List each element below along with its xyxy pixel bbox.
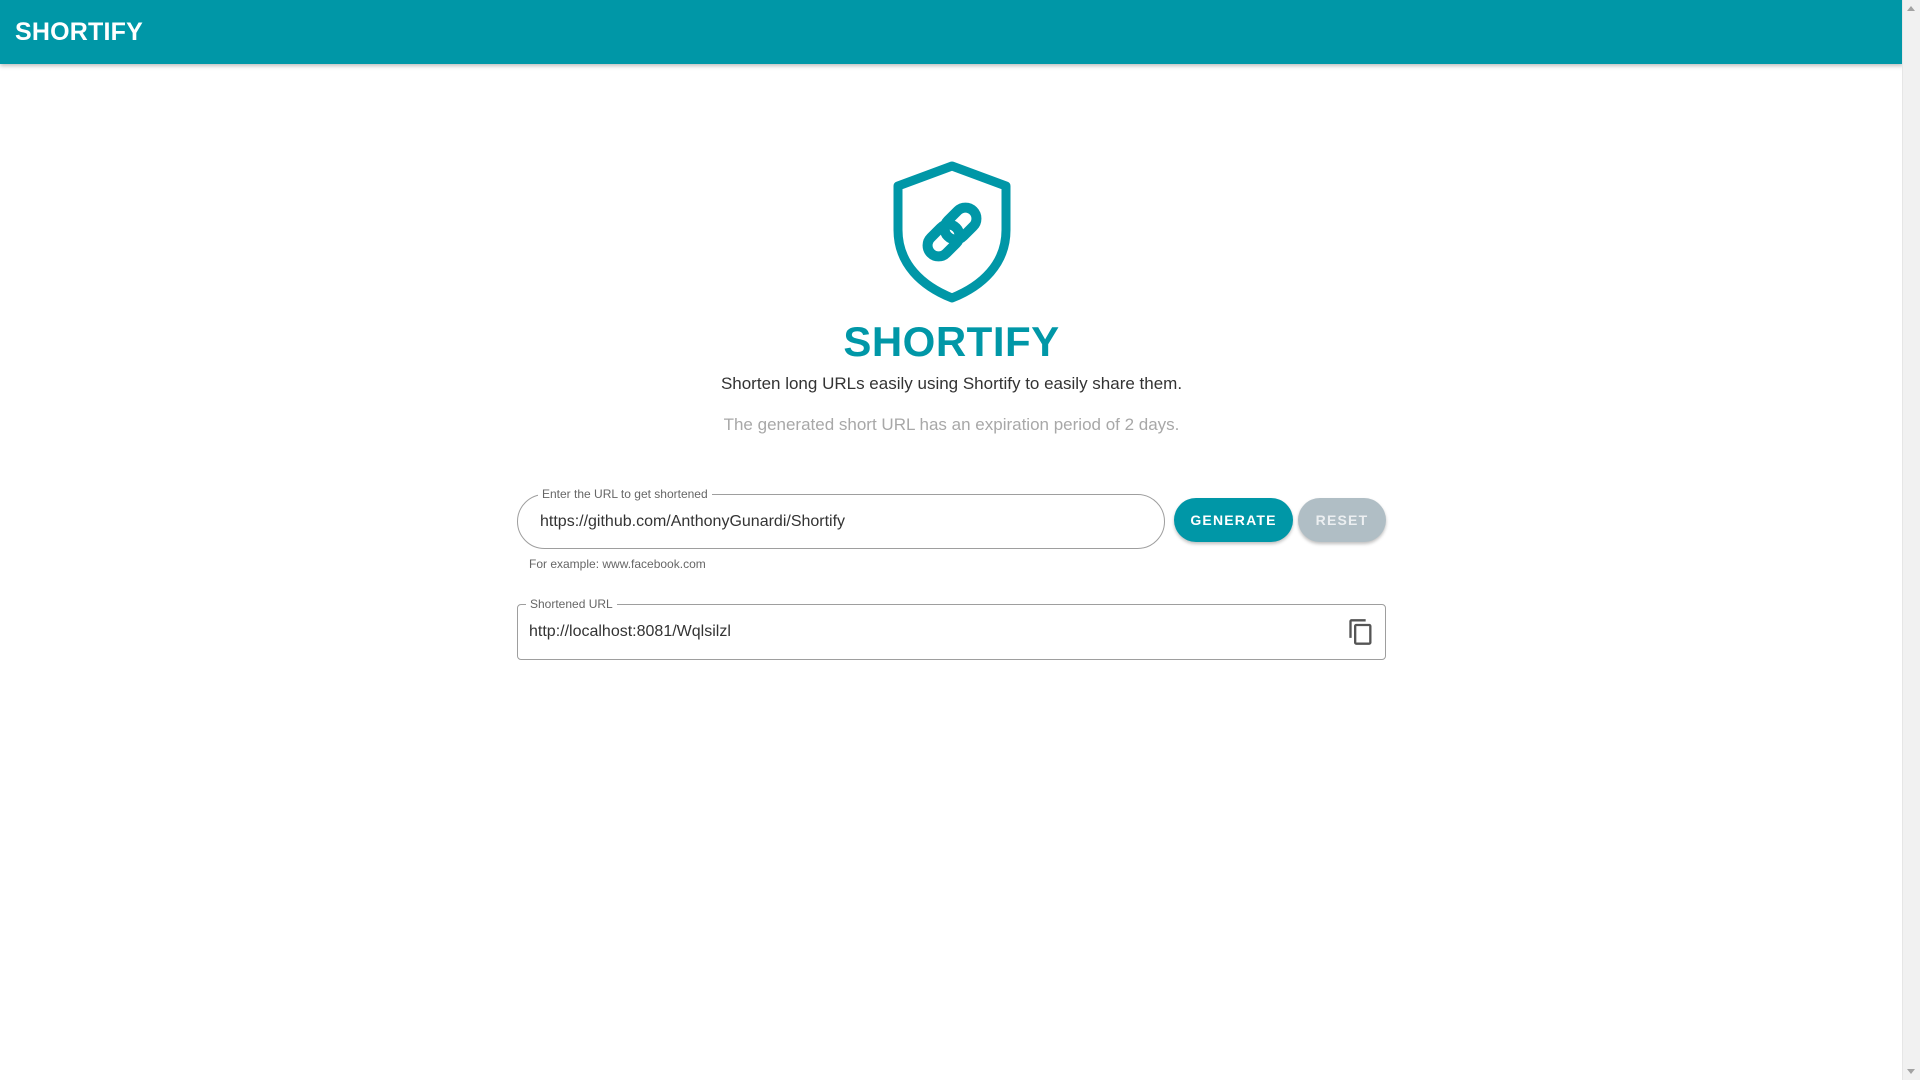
hero-title: SHORTIFY	[843, 318, 1060, 365]
app-bar: SHORTIFY	[0, 0, 1903, 64]
url-hint: For example: www.facebook.com	[529, 557, 706, 571]
url-input[interactable]	[540, 495, 1140, 548]
vertical-scrollbar[interactable]	[1902, 0, 1920, 1080]
copy-icon[interactable]	[1347, 618, 1375, 646]
reset-button[interactable]: RESET	[1298, 498, 1386, 542]
url-field: Enter the URL to get shortened	[517, 486, 1165, 549]
shortened-url-value[interactable]: http://localhost:8081/Wqlsilzl	[529, 605, 731, 659]
app-bar-title: SHORTIFY	[15, 17, 143, 46]
shield-link-icon	[893, 161, 1011, 303]
generate-button[interactable]: GENERATE	[1174, 498, 1293, 542]
scroll-up-icon[interactable]	[1907, 6, 1915, 11]
shortened-url-field[interactable]: Shortened URL http://localhost:8081/Wqls…	[517, 596, 1386, 660]
scroll-down-icon[interactable]	[1907, 1069, 1915, 1074]
expiration-note: The generated short URL has an expiratio…	[723, 415, 1180, 434]
hero-subtitle: Shorten long URLs easily using Shortify …	[720, 374, 1183, 393]
